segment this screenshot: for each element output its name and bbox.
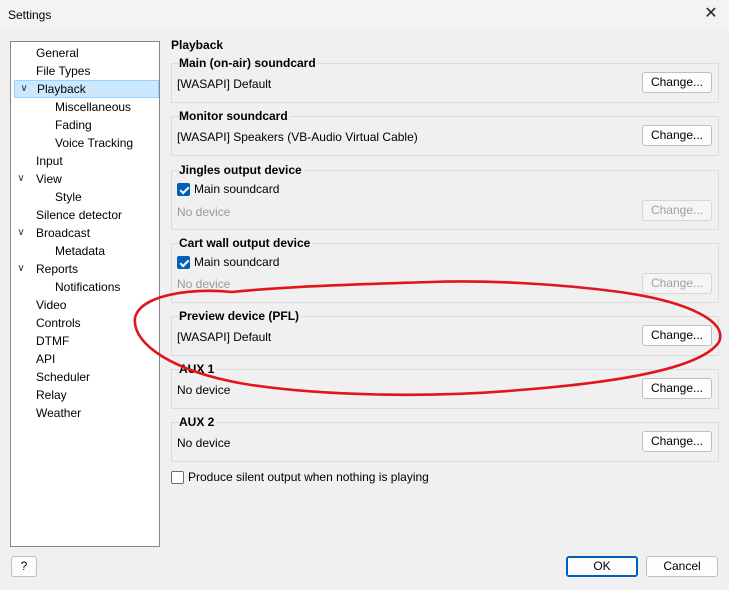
device-value: [WASAPI] Speakers (VB-Audio Virtual Cabl…: [177, 130, 418, 144]
tree-item-view[interactable]: ∨ View: [17, 170, 62, 188]
help-button[interactable]: ?: [11, 556, 37, 577]
change-jingles-button[interactable]: Change...: [642, 200, 712, 221]
device-value: No device: [177, 436, 231, 450]
tree-item-scheduler[interactable]: Scheduler: [36, 368, 90, 386]
group-title: Preview device (PFL): [179, 309, 302, 323]
group-preview-device: Preview device (PFL) [WASAPI] Default Ch…: [171, 309, 719, 356]
tree-item-label: Broadcast: [36, 226, 91, 240]
group-title: Monitor soundcard: [179, 109, 290, 123]
chevron-down-icon[interactable]: ∨: [17, 81, 31, 97]
tree-item-label: DTMF: [36, 334, 70, 348]
checkbox-unchecked-icon[interactable]: [171, 471, 184, 484]
group-aux-2: AUX 2 No device Change...: [171, 415, 719, 462]
change-aux1-button[interactable]: Change...: [642, 378, 712, 399]
tree-item-label: Video: [36, 298, 67, 312]
change-cartwall-button[interactable]: Change...: [642, 273, 712, 294]
tree-item-label: Scheduler: [36, 370, 91, 384]
tree-item-relay[interactable]: Relay: [36, 386, 67, 404]
group-title: Main (on-air) soundcard: [179, 56, 318, 70]
tree-item-label: Silence detector: [36, 208, 123, 222]
tree-item-label: View: [36, 172, 62, 186]
tree-item-label: Voice Tracking: [55, 136, 134, 150]
tree-item-label: Metadata: [55, 244, 106, 258]
tree-item-label: Notifications: [55, 280, 121, 294]
chevron-down-icon[interactable]: ∨: [14, 170, 28, 188]
group-monitor-soundcard: Monitor soundcard [WASAPI] Speakers (VB-…: [171, 109, 719, 156]
tree-item-label: General: [36, 46, 79, 60]
device-value: No device: [177, 277, 231, 291]
tree-item-reports[interactable]: ∨ Reports: [17, 260, 79, 278]
tree-item-weather[interactable]: Weather: [36, 404, 81, 422]
tree-item-label: Playback: [37, 82, 86, 96]
tree-item-file-types[interactable]: File Types: [36, 62, 90, 80]
tree-item-label: Controls: [36, 316, 81, 330]
tree-item-video[interactable]: Video: [36, 296, 66, 314]
checkbox-label: Produce silent output when nothing is pl…: [188, 470, 429, 484]
tree-item-playback[interactable]: ∨ Playback: [14, 80, 159, 98]
group-title: Jingles output device: [179, 163, 304, 177]
tree-item-input[interactable]: Input: [36, 152, 63, 170]
change-main-soundcard-button[interactable]: Change...: [642, 72, 712, 93]
group-title: Cart wall output device: [179, 236, 313, 250]
checkbox-label: Main soundcard: [194, 182, 280, 196]
tree-item-label: API: [36, 352, 56, 366]
group-cart-wall-output: Cart wall output device Main soundcard N…: [171, 236, 719, 303]
group-title: AUX 1: [179, 362, 217, 376]
tree-item-label: Relay: [36, 388, 67, 402]
device-value: [WASAPI] Default: [177, 77, 272, 91]
device-value: No device: [177, 205, 231, 219]
cancel-button[interactable]: Cancel: [646, 556, 718, 577]
group-main-soundcard: Main (on-air) soundcard [WASAPI] Default…: [171, 56, 719, 103]
close-icon[interactable]: ✕: [699, 4, 723, 24]
tree-item-label: Fading: [55, 118, 92, 132]
group-aux-1: AUX 1 No device Change...: [171, 362, 719, 409]
tree-item-label: Style: [55, 190, 82, 204]
tree-item-voice-tracking[interactable]: Voice Tracking: [55, 134, 133, 152]
device-value: [WASAPI] Default: [177, 330, 272, 344]
chevron-down-icon[interactable]: ∨: [14, 224, 28, 242]
group-jingles-output: Jingles output device Main soundcard No …: [171, 163, 719, 230]
tree-item-label: Weather: [36, 406, 82, 420]
tree-item-label: Reports: [36, 262, 79, 276]
tree-item-label: File Types: [36, 64, 91, 78]
change-monitor-soundcard-button[interactable]: Change...: [642, 125, 712, 146]
tree-item-silence-detector[interactable]: Silence detector: [36, 206, 122, 224]
checkbox-checked-icon[interactable]: [177, 256, 190, 269]
group-title: AUX 2: [179, 415, 217, 429]
tree-item-broadcast[interactable]: ∨ Broadcast: [17, 224, 91, 242]
change-aux2-button[interactable]: Change...: [642, 431, 712, 452]
tree-item-miscellaneous[interactable]: Miscellaneous: [55, 98, 131, 116]
tree-item-dtmf[interactable]: DTMF: [36, 332, 69, 350]
tree-item-fading[interactable]: Fading: [55, 116, 92, 134]
page-title: Playback: [171, 38, 224, 52]
settings-tree[interactable]: General File Types ∨ Playback Miscellane…: [10, 41, 160, 547]
title-bar: Settings ✕: [0, 0, 729, 30]
ok-button[interactable]: OK: [566, 556, 638, 577]
chevron-down-icon[interactable]: ∨: [14, 260, 28, 278]
tree-item-controls[interactable]: Controls: [36, 314, 81, 332]
checkbox-checked-icon[interactable]: [177, 183, 190, 196]
tree-item-metadata[interactable]: Metadata: [55, 242, 105, 260]
tree-item-api[interactable]: API: [36, 350, 55, 368]
window-title: Settings: [8, 8, 52, 22]
tree-item-label: Miscellaneous: [55, 100, 132, 114]
change-preview-device-button[interactable]: Change...: [642, 325, 712, 346]
tree-item-notifications[interactable]: Notifications: [55, 278, 120, 296]
tree-item-style[interactable]: Style: [55, 188, 82, 206]
device-value: No device: [177, 383, 231, 397]
tree-item-general[interactable]: General: [36, 44, 79, 62]
checkbox-label: Main soundcard: [194, 255, 280, 269]
tree-item-label: Input: [36, 154, 63, 168]
